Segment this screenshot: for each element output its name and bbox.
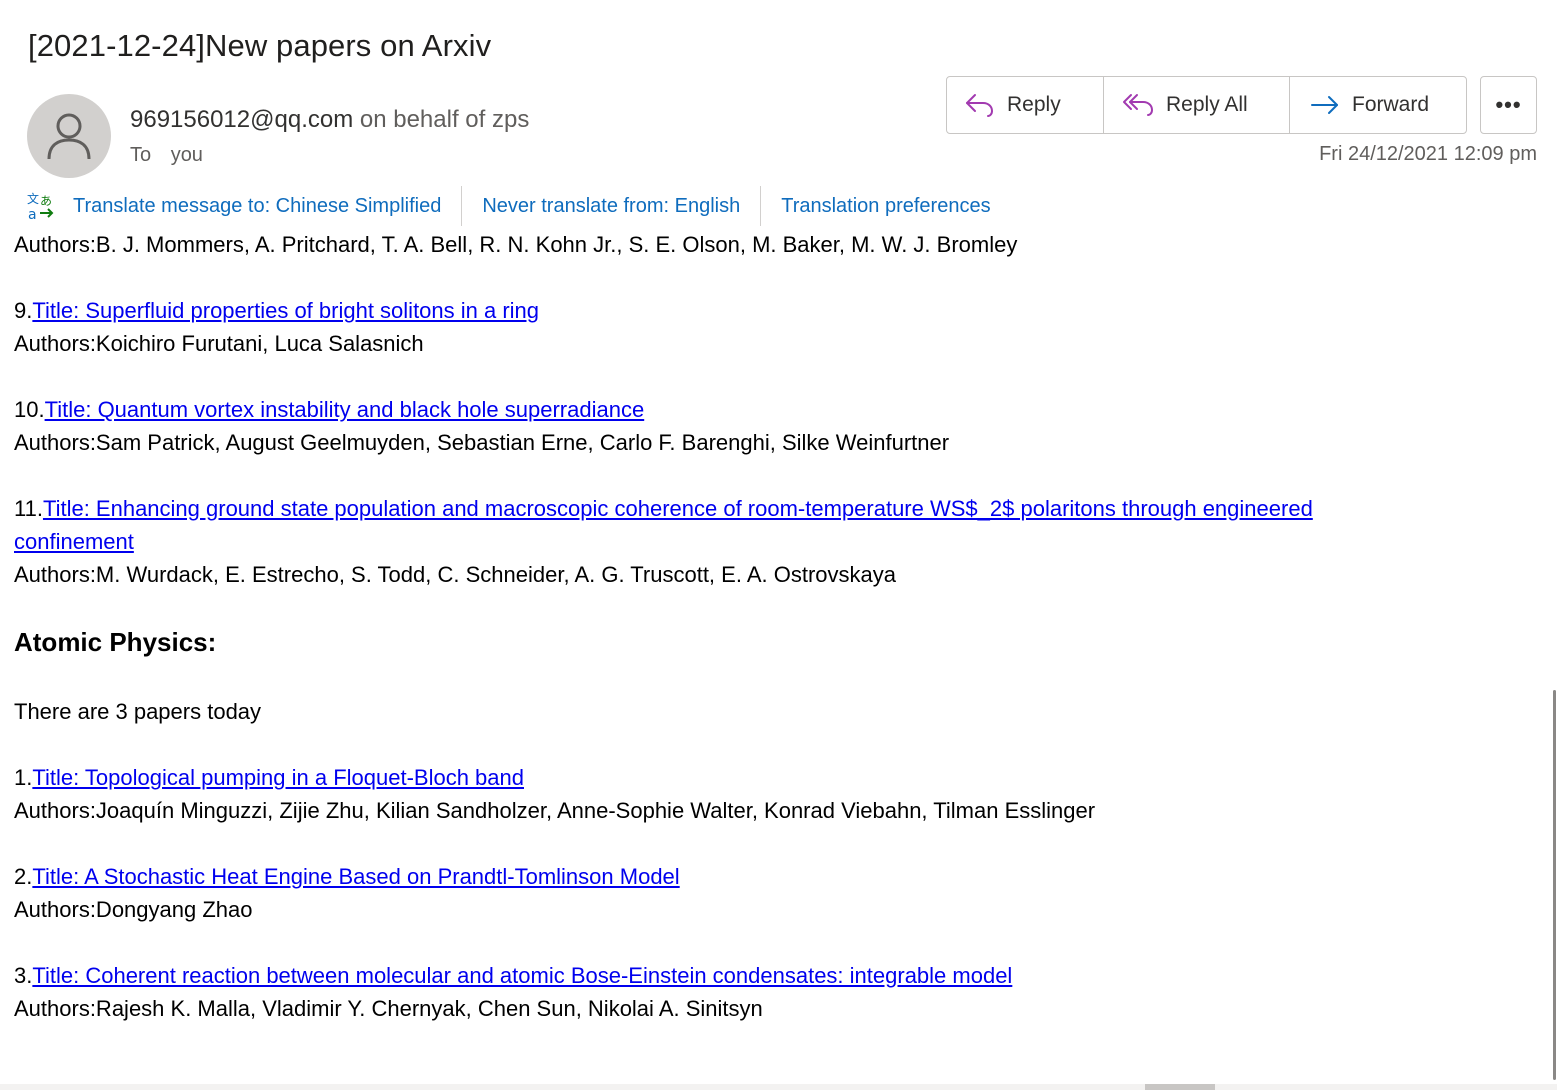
sender-behalf: on behalf of zps	[359, 106, 530, 133]
paper-number: 1.	[14, 765, 33, 790]
svg-text:あ: あ	[40, 194, 52, 208]
paper-title-line: 10.Title: Quantum vortex instability and…	[14, 393, 1539, 426]
paper-title-link[interactable]: Title: Coherent reaction between molecul…	[32, 963, 1012, 988]
translation-divider	[760, 186, 762, 226]
paper-title-link[interactable]: Title: A Stochastic Heat Engine Based on…	[32, 864, 679, 889]
sender-line[interactable]: 969156012@qq.com on behalf of zps	[130, 106, 529, 134]
message-timestamp: Fri 24/12/2021 12:09 pm	[1319, 143, 1537, 165]
paper-title-line: 9.Title: Superfluid properties of bright…	[14, 294, 1539, 327]
paper-authors: Authors:Dongyang Zhao	[14, 897, 253, 922]
more-icon: •••	[1495, 92, 1522, 117]
paper-number: 3.	[14, 963, 33, 988]
reply-all-label: Reply All	[1166, 93, 1248, 116]
translation-divider	[461, 186, 463, 226]
paper-title-line: 1.Title: Topological pumping in a Floque…	[14, 761, 1539, 794]
vertical-scrollbar-thumb[interactable]	[1553, 690, 1556, 1080]
translate-icon: 文 あ a	[27, 191, 54, 221]
translation-preferences-link[interactable]: Translation preferences	[781, 195, 990, 218]
paper-title-link[interactable]: Title: Quantum vortex instability and bl…	[45, 397, 645, 422]
reply-arrow-icon	[966, 94, 994, 117]
paper-authors: Authors:Koichiro Furutani, Luca Salasnic…	[14, 331, 424, 356]
more-actions-button[interactable]: •••	[1480, 76, 1537, 134]
reply-label: Reply	[1007, 93, 1061, 116]
paper-number: 10.	[14, 397, 45, 422]
paper-authors: Authors:M. Wurdack, E. Estrecho, S. Todd…	[14, 562, 896, 587]
sender-email[interactable]: 969156012@qq.com	[130, 106, 353, 133]
paper-number: 2.	[14, 864, 33, 889]
paper-title-line: 2.Title: A Stochastic Heat Engine Based …	[14, 860, 1539, 893]
sender-avatar[interactable]	[27, 94, 111, 178]
paper-authors: Authors:Joaquín Minguzzi, Zijie Zhu, Kil…	[14, 798, 1096, 823]
paper-title-line: 11.Title: Enhancing ground state populat…	[14, 492, 1434, 558]
reply-all-arrow-icon	[1123, 94, 1154, 116]
message-body: Authors:B. J. Mommers, A. Pritchard, T. …	[14, 228, 1539, 1025]
recipient-you[interactable]: you	[171, 144, 203, 166]
translation-bar: 文 あ a Translate message to: Chinese Simp…	[26, 186, 991, 226]
svg-text:文: 文	[27, 191, 39, 206]
paper-authors: Authors:Rajesh K. Malla, Vladimir Y. Che…	[14, 996, 763, 1021]
horizontal-scrollbar[interactable]	[0, 1084, 1557, 1090]
paper-title-line: 3.Title: Coherent reaction between molec…	[14, 959, 1539, 992]
paper-title-link[interactable]: Title: Topological pumping in a Floquet-…	[32, 765, 524, 790]
forward-label: Forward	[1352, 93, 1430, 116]
forward-button[interactable]: Forward	[1289, 77, 1466, 133]
paper-authors: Authors:B. J. Mommers, A. Pritchard, T. …	[14, 232, 1018, 257]
paper-title-link[interactable]: Title: Enhancing ground state population…	[14, 496, 1313, 554]
reply-all-button[interactable]: Reply All	[1103, 77, 1289, 133]
forward-arrow-icon	[1311, 96, 1338, 114]
svg-text:a: a	[28, 207, 37, 221]
reply-button[interactable]: Reply	[947, 77, 1103, 133]
paper-title-link[interactable]: Title: Superfluid properties of bright s…	[32, 298, 539, 323]
paper-number: 9.	[14, 298, 33, 323]
email-subject: [2021-12-24]New papers on Arxiv	[28, 28, 492, 63]
horizontal-scrollbar-thumb[interactable]	[1145, 1084, 1215, 1090]
section-heading: Atomic Physics:	[14, 627, 217, 657]
section-count: There are 3 papers today	[14, 699, 262, 724]
to-label: To	[130, 144, 152, 166]
never-translate-link[interactable]: Never translate from: English	[482, 195, 740, 218]
email-reading-pane: [2021-12-24]New papers on Arxiv 96915601…	[0, 0, 1557, 1090]
translate-message-link[interactable]: Translate message to: Chinese Simplified	[73, 195, 441, 218]
person-icon	[47, 113, 91, 160]
paper-authors: Authors:Sam Patrick, August Geelmuyden, …	[14, 430, 950, 455]
paper-number: 11.	[14, 496, 43, 521]
message-actions: Reply Reply All Forward	[946, 76, 1467, 134]
recipients-line: To you	[130, 144, 203, 167]
